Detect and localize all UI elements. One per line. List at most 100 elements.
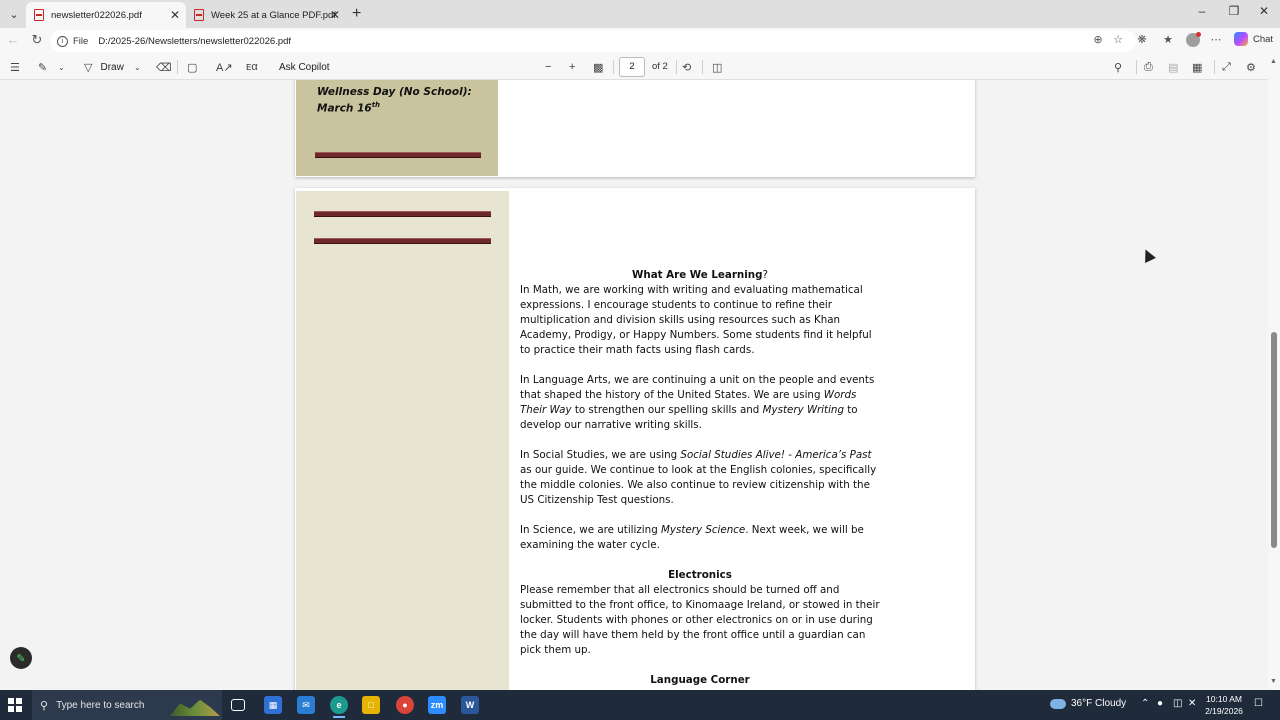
favorites-icon[interactable]: ★ — [1160, 33, 1176, 46]
restore-icon[interactable]: ❐ — [1224, 4, 1244, 18]
notifications-icon[interactable]: ☐ — [1254, 698, 1263, 709]
toolbar-divider — [676, 60, 677, 74]
page1-sidebar: Wellness Day (No School): March 16th — [296, 80, 498, 176]
minimize-icon[interactable]: – — [1192, 4, 1212, 18]
translate-icon[interactable]: ᴇα — [246, 59, 258, 75]
page2-sidebar — [296, 191, 509, 690]
la-title-2: Mystery Writing — [762, 404, 844, 416]
newsletter-body: What Are We Learning? In Math, we are wo… — [520, 268, 880, 688]
more-menu-icon[interactable]: ⋯ — [1208, 33, 1224, 46]
save-as-icon[interactable]: ▦ — [1192, 59, 1202, 75]
wellness-line1: Wellness Day (No School): — [317, 86, 472, 98]
wellness-line2: March 16 — [317, 102, 372, 115]
rotate-icon[interactable]: ⟲ — [682, 59, 691, 75]
ask-copilot-button[interactable]: Ask Copilot — [279, 59, 330, 75]
profile-avatar[interactable] — [1186, 32, 1201, 47]
find-search-icon[interactable]: ⚲ — [1114, 59, 1122, 75]
task-view-icon[interactable] — [231, 699, 245, 711]
ss-text: In Social Studies, we are using — [520, 449, 681, 461]
page-number-input[interactable]: 2 — [619, 57, 645, 77]
save-icon[interactable]: ▤ — [1168, 59, 1178, 75]
learning-heading-mark: ? — [762, 269, 768, 281]
toolbar-divider — [177, 60, 178, 74]
fit-page-icon[interactable]: ▩ — [593, 59, 603, 75]
back-arrow-icon[interactable]: ← — [4, 32, 22, 47]
settings-gear-icon[interactable]: ⚙ — [1246, 59, 1256, 75]
math-paragraph: In Math, we are working with writing and… — [520, 284, 872, 356]
electronics-heading: Electronics — [668, 569, 732, 581]
store-icon[interactable]: ▦ — [264, 696, 282, 714]
system-clock[interactable]: 10:10 AM 2/19/2026 — [1200, 693, 1248, 717]
microphone-icon[interactable]: ● — [1157, 698, 1163, 709]
scroll-up-arrow-icon[interactable]: ▲ — [1270, 58, 1277, 65]
pdf-toolbar: ☰ ✎ ⌄ ▽ Draw ⌄ ⌫ ▢ A↗ ᴇα Ask Copilot − +… — [0, 54, 1280, 80]
tab-list-chevron-icon[interactable]: ⌄ — [4, 4, 24, 24]
draw-dropdown-icon[interactable]: ⌄ — [134, 59, 141, 75]
page-view-icon[interactable]: ◫ — [712, 59, 722, 75]
mail-icon[interactable]: ✉ — [297, 696, 315, 714]
tray-chevron-icon[interactable]: ⌃ — [1141, 698, 1149, 709]
learning-heading: What Are We Learning? — [520, 268, 880, 283]
fullscreen-icon[interactable]: ⤢ — [1222, 59, 1231, 75]
zoom-out-icon[interactable]: − — [545, 59, 551, 75]
tab-week25[interactable]: Week 25 at a Glance PDF.pdf ✕ — [186, 2, 346, 28]
toolbar-divider — [702, 60, 703, 74]
windows-start-icon[interactable] — [8, 698, 22, 712]
contents-list-icon[interactable]: ☰ — [10, 59, 20, 75]
learning-heading-text: What Are We Learning — [632, 269, 763, 281]
la-text: to strengthen our spelling skills and — [571, 404, 763, 416]
sidebar-rule — [314, 211, 491, 217]
toolbar-divider — [613, 60, 614, 74]
language-arts-paragraph: In Language Arts, we are continuing a un… — [520, 373, 880, 433]
volume-mute-icon[interactable]: ✕ — [1188, 698, 1196, 709]
refresh-icon[interactable]: ↻ — [28, 32, 46, 48]
eraser-icon[interactable]: ⌫ — [156, 59, 172, 75]
ss-title: Social Studies Alive! - America’s Past — [680, 449, 872, 461]
info-icon[interactable]: i — [57, 35, 68, 47]
search-placeholder: Type here to search — [56, 699, 145, 711]
copilot-chat-button[interactable]: Chat — [1234, 32, 1273, 46]
favorite-star-icon[interactable]: ☆ — [1110, 33, 1126, 46]
weather-text: 36°F Cloudy — [1071, 698, 1127, 709]
extensions-icon[interactable]: ❋ — [1134, 33, 1150, 46]
taskbar-search[interactable]: ⚲ Type here to search — [32, 690, 222, 720]
edge-browser-icon[interactable]: e — [330, 696, 348, 718]
window-close-icon[interactable]: ✕ — [1254, 4, 1274, 18]
close-tab-icon[interactable]: ✕ — [170, 8, 180, 22]
highlight-icon[interactable]: ✎ — [38, 59, 47, 75]
zoom-app-icon[interactable]: zm — [428, 696, 446, 714]
highlight-dropdown-icon[interactable]: ⌄ — [58, 59, 65, 75]
zoom-in-icon[interactable]: + — [569, 59, 575, 75]
scroll-thumb[interactable] — [1271, 332, 1277, 548]
search-icon: ⚲ — [40, 699, 49, 712]
clock-time: 10:10 AM — [1206, 694, 1242, 704]
draw-button[interactable]: ▽ Draw — [84, 59, 124, 75]
close-tab-icon[interactable]: ✕ — [330, 8, 340, 22]
weather-widget[interactable]: 36°F Cloudy — [1050, 698, 1126, 709]
toolbar-divider — [1136, 60, 1137, 74]
print-icon[interactable]: ⎙ — [1144, 59, 1153, 75]
pdf-file-icon — [34, 9, 44, 21]
tab-newsletter[interactable]: newsletter022026.pdf ✕ — [26, 2, 186, 28]
zoom-icon[interactable]: ⊕ — [1090, 33, 1106, 46]
read-aloud-icon[interactable]: A↗ — [216, 59, 233, 75]
url-path: D:/2025-26/Newsletters/newsletter022026.… — [98, 35, 292, 47]
sidebar-rule — [315, 152, 481, 158]
chrome-icon[interactable]: ● — [396, 696, 414, 714]
draw-pen-fab-icon[interactable]: ✎ — [10, 647, 32, 669]
address-field[interactable]: i File D:/2025-26/Newsletters/newsletter… — [50, 30, 1136, 52]
word-icon[interactable]: W — [461, 696, 479, 714]
new-tab-plus-icon[interactable]: + — [352, 5, 361, 23]
tab-title: Week 25 at a Glance PDF.pdf — [211, 9, 336, 21]
science-paragraph: In Science, we are utilizing Mystery Sci… — [520, 523, 880, 553]
scroll-down-arrow-icon[interactable]: ▼ — [1270, 678, 1277, 685]
language-corner-heading: Language Corner — [650, 674, 750, 686]
la-text: In Language Arts, we are continuing a un… — [520, 374, 875, 401]
electronics-paragraph: Please remember that all electronics sho… — [520, 584, 880, 656]
add-text-icon[interactable]: ▢ — [187, 59, 197, 75]
network-icon[interactable]: ◫ — [1173, 698, 1182, 709]
file-explorer-icon[interactable]: □ — [362, 696, 380, 714]
pdf-viewer[interactable]: Wellness Day (No School): March 16th Wha… — [0, 80, 1268, 690]
vertical-scrollbar[interactable]: ▲ ▼ — [1268, 54, 1280, 690]
cloud-icon — [1050, 698, 1066, 709]
